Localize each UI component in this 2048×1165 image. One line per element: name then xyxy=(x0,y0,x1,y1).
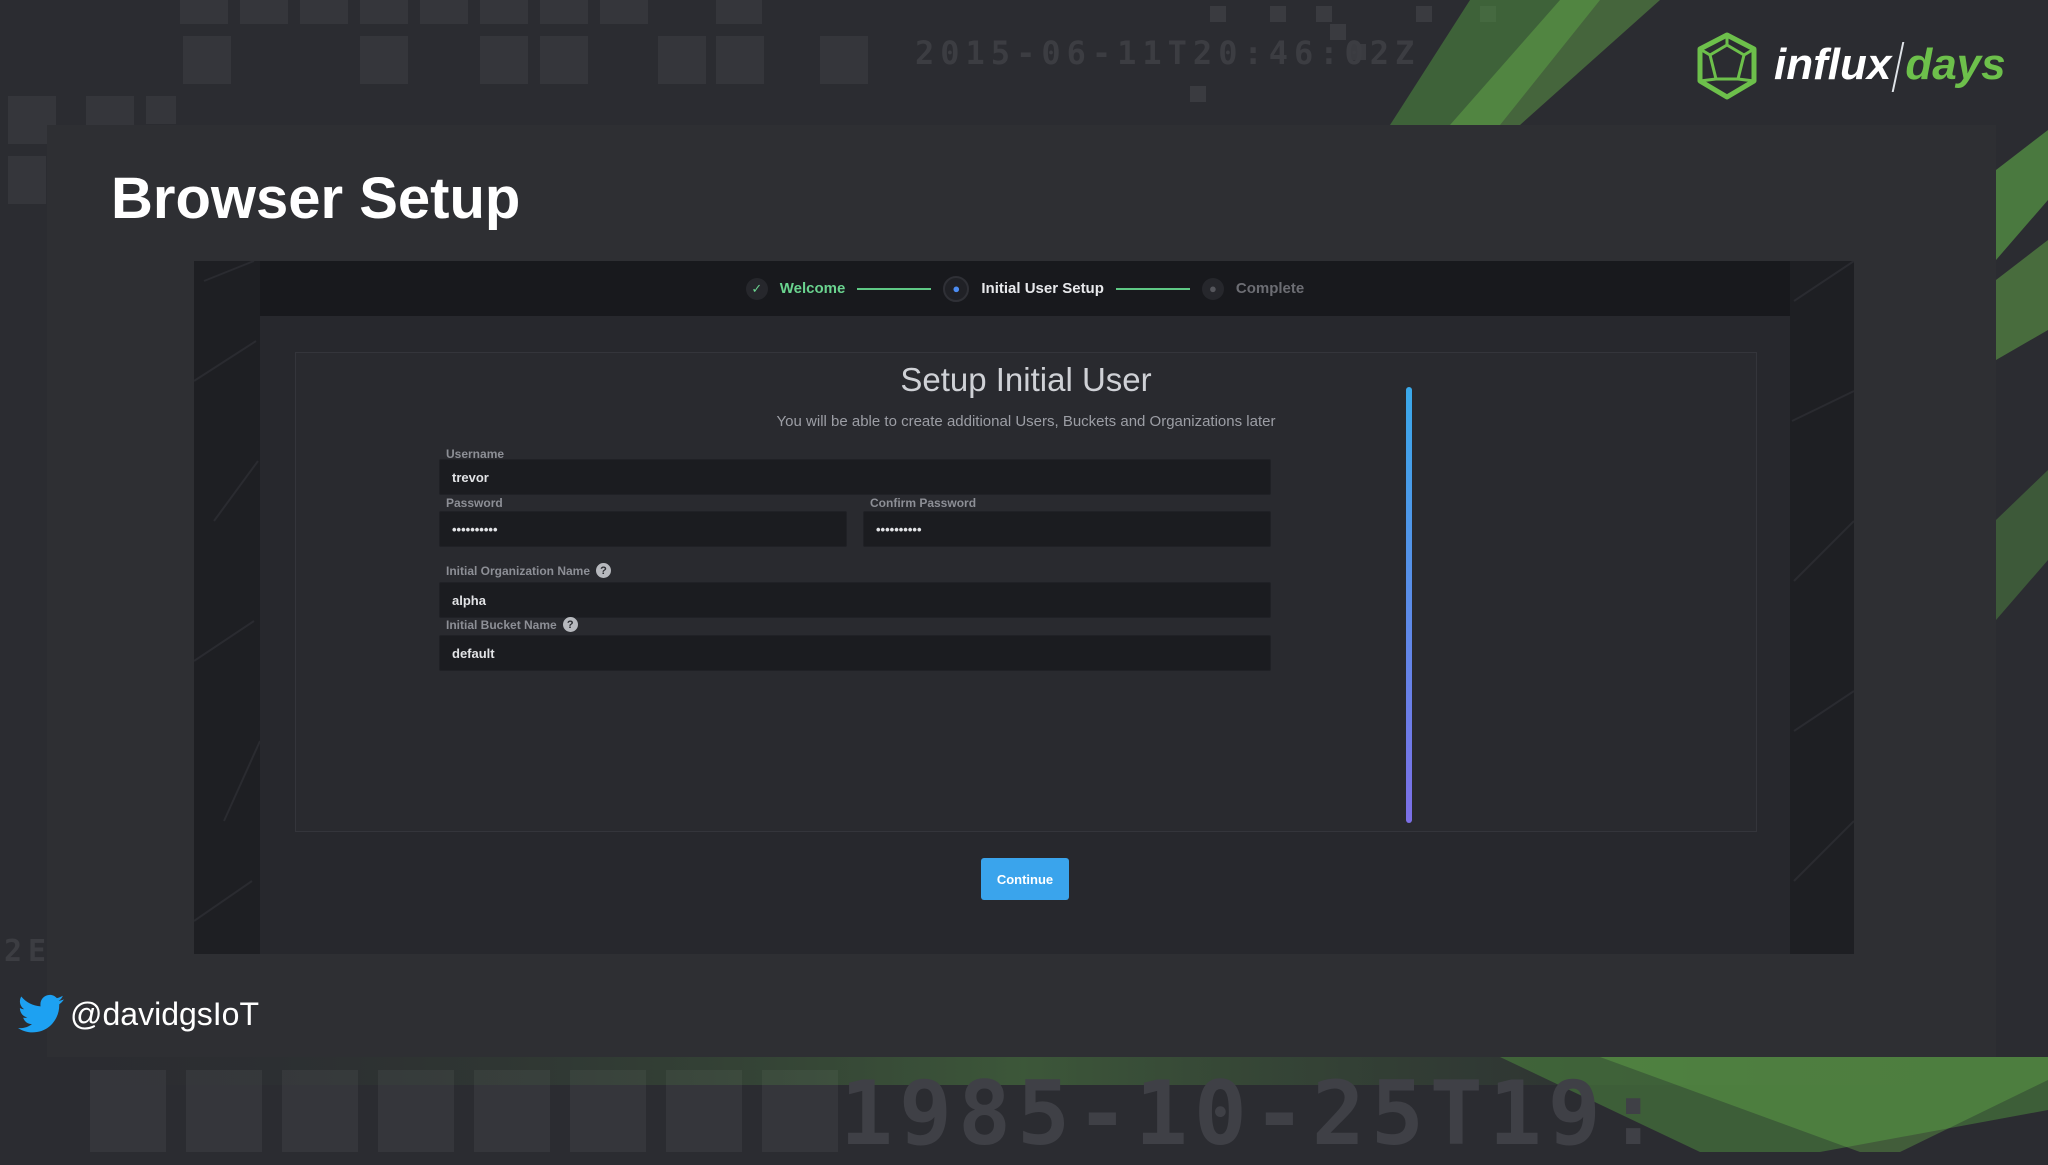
step-connector xyxy=(857,287,932,290)
bucket-name-input[interactable] xyxy=(439,635,1271,671)
step-welcome[interactable]: ✓ Welcome xyxy=(745,277,846,300)
bucket-name-label: Initial Bucket Name? xyxy=(446,617,578,632)
continue-button[interactable]: Continue xyxy=(981,858,1069,900)
logo-wordmark: influx days xyxy=(1774,39,2006,93)
app-screenshot: ✓ Welcome ● Initial User Setup ● Complet… xyxy=(194,261,1854,954)
twitter-bird-icon xyxy=(18,994,64,1033)
confirm-password-label-text: Confirm Password xyxy=(870,496,977,510)
form-subtitle: You will be able to create additional Us… xyxy=(776,413,1276,430)
form-scrollbar[interactable] xyxy=(1406,387,1412,823)
step-connector xyxy=(1115,287,1190,290)
checkmark-icon: ✓ xyxy=(745,277,768,300)
background-timestamp-bottom: 1985-10-25T19: xyxy=(840,1062,1666,1165)
background-timestamp-left: 2E xyxy=(4,934,53,969)
setup-stepper: ✓ Welcome ● Initial User Setup ● Complet… xyxy=(260,261,1790,316)
twitter-credit: @davidgsIoT xyxy=(18,994,259,1034)
username-input[interactable] xyxy=(439,459,1271,495)
setup-panel: Setup Initial User You will be able to c… xyxy=(260,316,1790,954)
setup-form-card: Setup Initial User You will be able to c… xyxy=(295,352,1757,832)
password-input[interactable] xyxy=(439,511,847,547)
password-label-text: Password xyxy=(446,496,503,510)
pending-step-icon: ● xyxy=(1201,277,1224,300)
step-initial-user-setup[interactable]: ● Initial User Setup xyxy=(943,275,1104,302)
logo-word-influx: influx xyxy=(1774,39,1892,89)
current-step-icon: ● xyxy=(943,275,970,302)
org-name-input[interactable] xyxy=(439,582,1271,618)
background-timestamp-top: 2015-06-11T20:46:02Z xyxy=(915,34,1421,72)
bucket-name-label-text: Initial Bucket Name xyxy=(446,617,557,632)
confirm-password-label: Confirm Password xyxy=(870,496,976,510)
help-icon[interactable]: ? xyxy=(562,617,578,632)
logo-word-days: days xyxy=(1905,39,2006,89)
step-label-initial-user-setup: Initial User Setup xyxy=(981,280,1104,297)
slide-panel: Browser Setup ✓ Welcome ● Initial User S… xyxy=(47,125,1996,1057)
org-name-label-text: Initial Organization Name xyxy=(446,563,591,578)
influxdays-logo: influx days xyxy=(1692,28,2006,104)
twitter-handle: @davidgsIoT xyxy=(70,995,260,1032)
logo-separator xyxy=(1892,42,1905,93)
help-icon[interactable]: ? xyxy=(596,563,612,578)
slide-title: Browser Setup xyxy=(111,166,521,231)
step-label-complete: Complete xyxy=(1235,280,1305,297)
step-label-welcome: Welcome xyxy=(779,280,846,297)
influx-cube-icon xyxy=(1697,32,1757,100)
org-name-label: Initial Organization Name? xyxy=(446,563,612,578)
password-label: Password xyxy=(446,496,503,510)
step-complete[interactable]: ● Complete xyxy=(1201,277,1305,300)
form-title: Setup Initial User xyxy=(900,361,1152,398)
confirm-password-input[interactable] xyxy=(863,511,1271,547)
